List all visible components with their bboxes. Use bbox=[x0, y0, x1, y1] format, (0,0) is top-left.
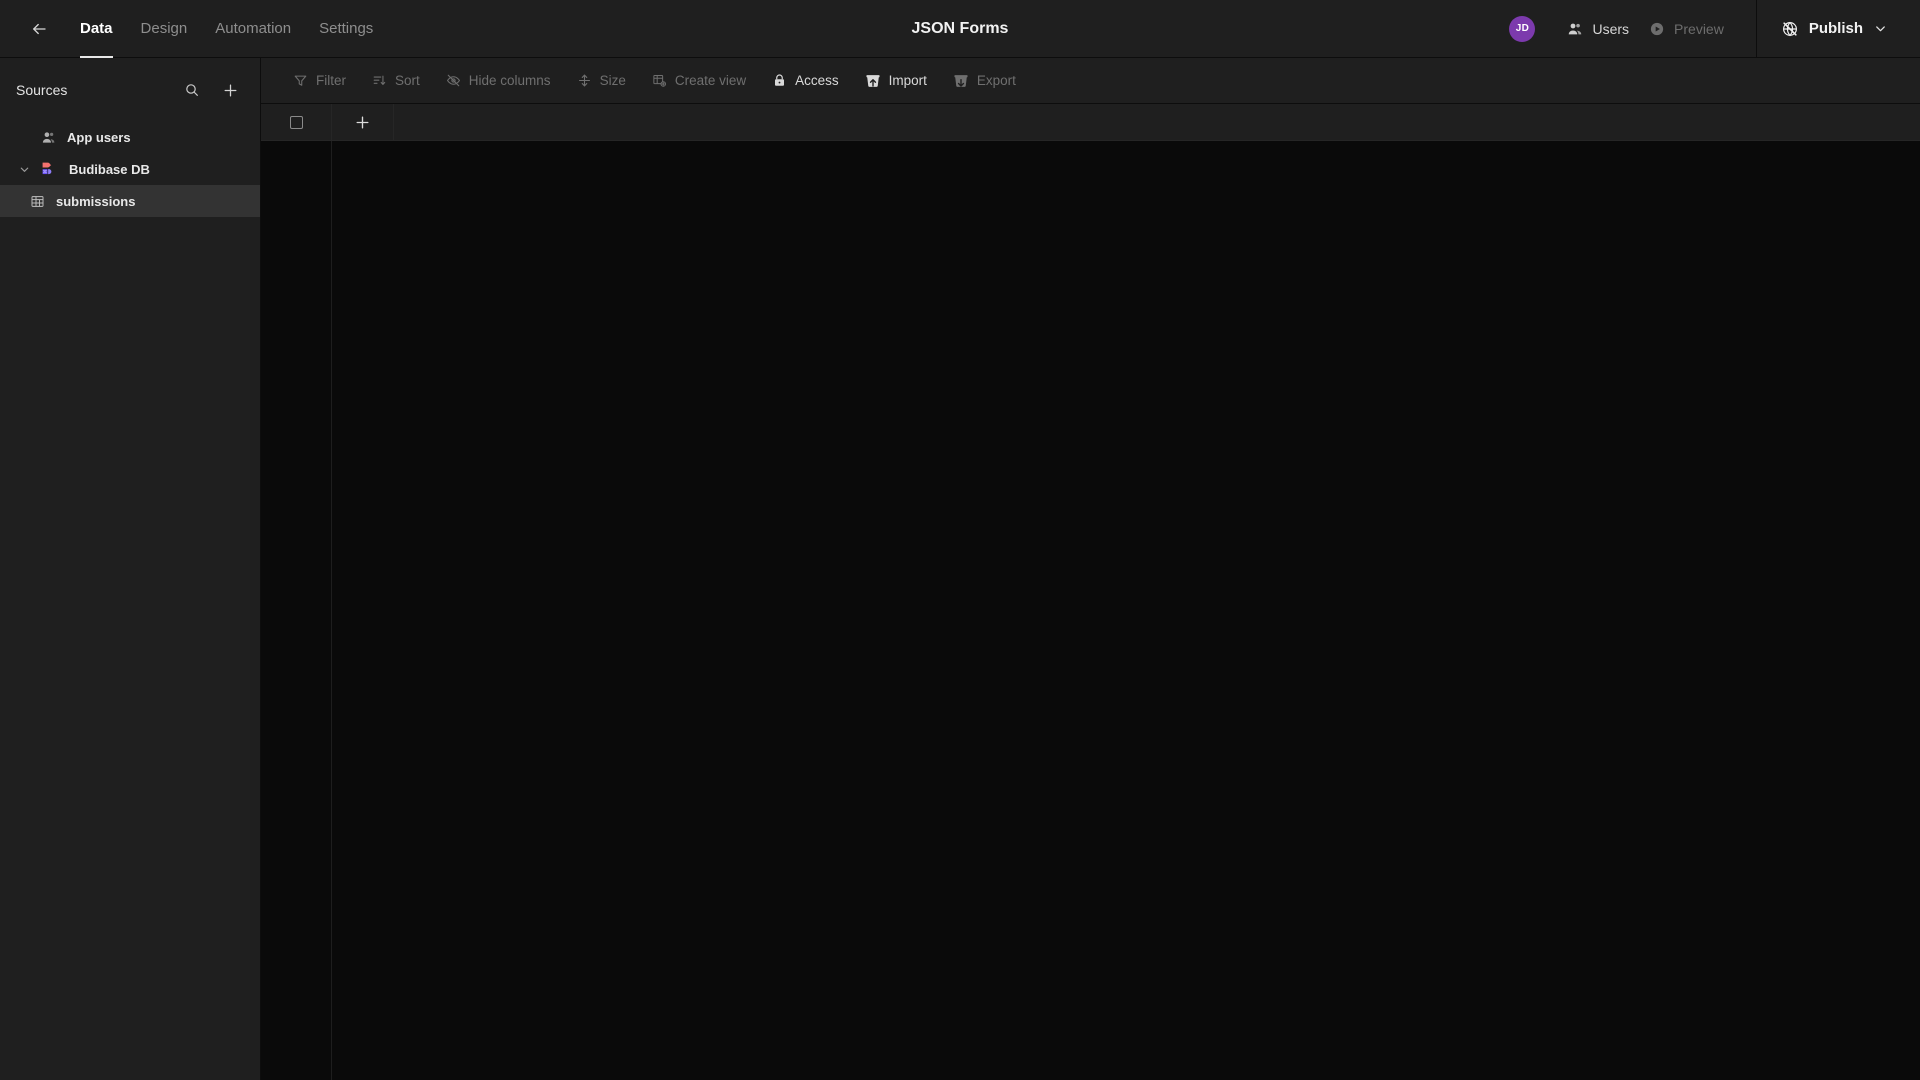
sources-list: App users bbox=[0, 121, 260, 217]
create-view-button[interactable]: Create view bbox=[642, 67, 756, 94]
preview-button[interactable]: Preview bbox=[1639, 15, 1734, 43]
sidebar-item-label: submissions bbox=[56, 194, 135, 209]
sort-button[interactable]: Sort bbox=[362, 67, 430, 94]
tab-design-label: Design bbox=[141, 20, 188, 37]
add-source-button[interactable] bbox=[218, 78, 242, 102]
sidebar-item-submissions[interactable]: submissions bbox=[0, 185, 260, 217]
plus-icon bbox=[354, 114, 371, 131]
tab-data-label: Data bbox=[80, 20, 113, 37]
grid-toolbar: Filter Sort bbox=[261, 58, 1920, 104]
create-view-icon bbox=[652, 73, 667, 88]
height-icon bbox=[577, 73, 592, 88]
import-icon bbox=[865, 73, 881, 89]
budibase-db-caret[interactable] bbox=[18, 164, 30, 175]
tab-data[interactable]: Data bbox=[66, 0, 127, 58]
import-button[interactable]: Import bbox=[855, 67, 937, 95]
sidebar-item-label: App users bbox=[67, 130, 131, 145]
chevron-down-icon bbox=[19, 164, 30, 175]
filter-button[interactable]: Filter bbox=[283, 67, 356, 94]
user-group-icon bbox=[41, 130, 56, 145]
chevron-down-icon bbox=[1873, 21, 1888, 36]
tab-settings[interactable]: Settings bbox=[305, 0, 387, 58]
header-right-group: JD Users Preview bbox=[1509, 0, 1920, 57]
import-label: Import bbox=[889, 73, 927, 88]
data-grid bbox=[261, 104, 1920, 1080]
table-icon bbox=[30, 194, 45, 209]
grid-row-gutter bbox=[261, 141, 332, 1080]
users-button[interactable]: Users bbox=[1557, 15, 1639, 43]
preview-label: Preview bbox=[1674, 21, 1724, 37]
app-body: Sources bbox=[0, 58, 1920, 1080]
hide-columns-label: Hide columns bbox=[469, 73, 551, 88]
create-view-label: Create view bbox=[675, 73, 746, 88]
select-all-cell[interactable] bbox=[261, 104, 332, 140]
eye-slash-icon bbox=[446, 73, 461, 88]
plus-icon bbox=[222, 82, 239, 99]
search-icon bbox=[184, 82, 200, 98]
sources-header: Sources bbox=[0, 67, 260, 113]
grid-header-row bbox=[261, 104, 1920, 141]
size-label: Size bbox=[600, 73, 626, 88]
publish-label: Publish bbox=[1809, 20, 1863, 37]
filter-label: Filter bbox=[316, 73, 346, 88]
search-sources-button[interactable] bbox=[180, 78, 204, 102]
top-header: Data Design Automation Settings JSON For… bbox=[0, 0, 1920, 58]
sidebar-item-app-users[interactable]: App users bbox=[0, 121, 260, 153]
grid-empty-area bbox=[332, 141, 1920, 1080]
back-button[interactable] bbox=[22, 12, 56, 46]
tab-settings-label: Settings bbox=[319, 20, 373, 37]
export-button[interactable]: Export bbox=[943, 67, 1026, 95]
globe-slash-icon bbox=[1781, 20, 1799, 38]
avatar[interactable]: JD bbox=[1509, 16, 1535, 42]
size-button[interactable]: Size bbox=[567, 67, 636, 94]
sidebar-item-label: Budibase DB bbox=[69, 162, 150, 177]
publish-button[interactable]: Publish bbox=[1773, 14, 1896, 44]
sources-title: Sources bbox=[16, 82, 67, 98]
play-circle-icon bbox=[1649, 21, 1665, 37]
users-icon bbox=[1567, 21, 1583, 37]
hide-columns-button[interactable]: Hide columns bbox=[436, 67, 561, 94]
sidebar-item-budibase-db[interactable]: Budibase DB bbox=[0, 153, 260, 185]
sort-icon bbox=[372, 73, 387, 88]
sort-label: Sort bbox=[395, 73, 420, 88]
budibase-logo-icon bbox=[41, 161, 58, 178]
grid-header-spacer bbox=[394, 104, 1920, 140]
tab-design[interactable]: Design bbox=[127, 0, 202, 58]
header-divider bbox=[1756, 0, 1757, 58]
arrow-left-icon bbox=[30, 20, 48, 38]
tab-automation-label: Automation bbox=[215, 20, 291, 37]
export-label: Export bbox=[977, 73, 1016, 88]
tab-automation[interactable]: Automation bbox=[201, 0, 305, 58]
lock-icon bbox=[772, 73, 787, 88]
checkbox-icon[interactable] bbox=[290, 116, 303, 129]
export-icon bbox=[953, 73, 969, 89]
header-left-group: Data Design Automation Settings bbox=[0, 0, 387, 57]
main-panel: Filter Sort bbox=[261, 58, 1920, 1080]
budibase-app-window: Data Design Automation Settings JSON For… bbox=[0, 0, 1920, 1080]
sources-tools bbox=[180, 78, 242, 102]
access-button[interactable]: Access bbox=[762, 67, 849, 94]
filter-icon bbox=[293, 73, 308, 88]
add-column-cell[interactable] bbox=[332, 104, 394, 140]
access-label: Access bbox=[795, 73, 839, 88]
users-label: Users bbox=[1592, 21, 1629, 37]
sources-sidebar: Sources bbox=[0, 58, 261, 1080]
grid-body[interactable] bbox=[261, 141, 1920, 1080]
